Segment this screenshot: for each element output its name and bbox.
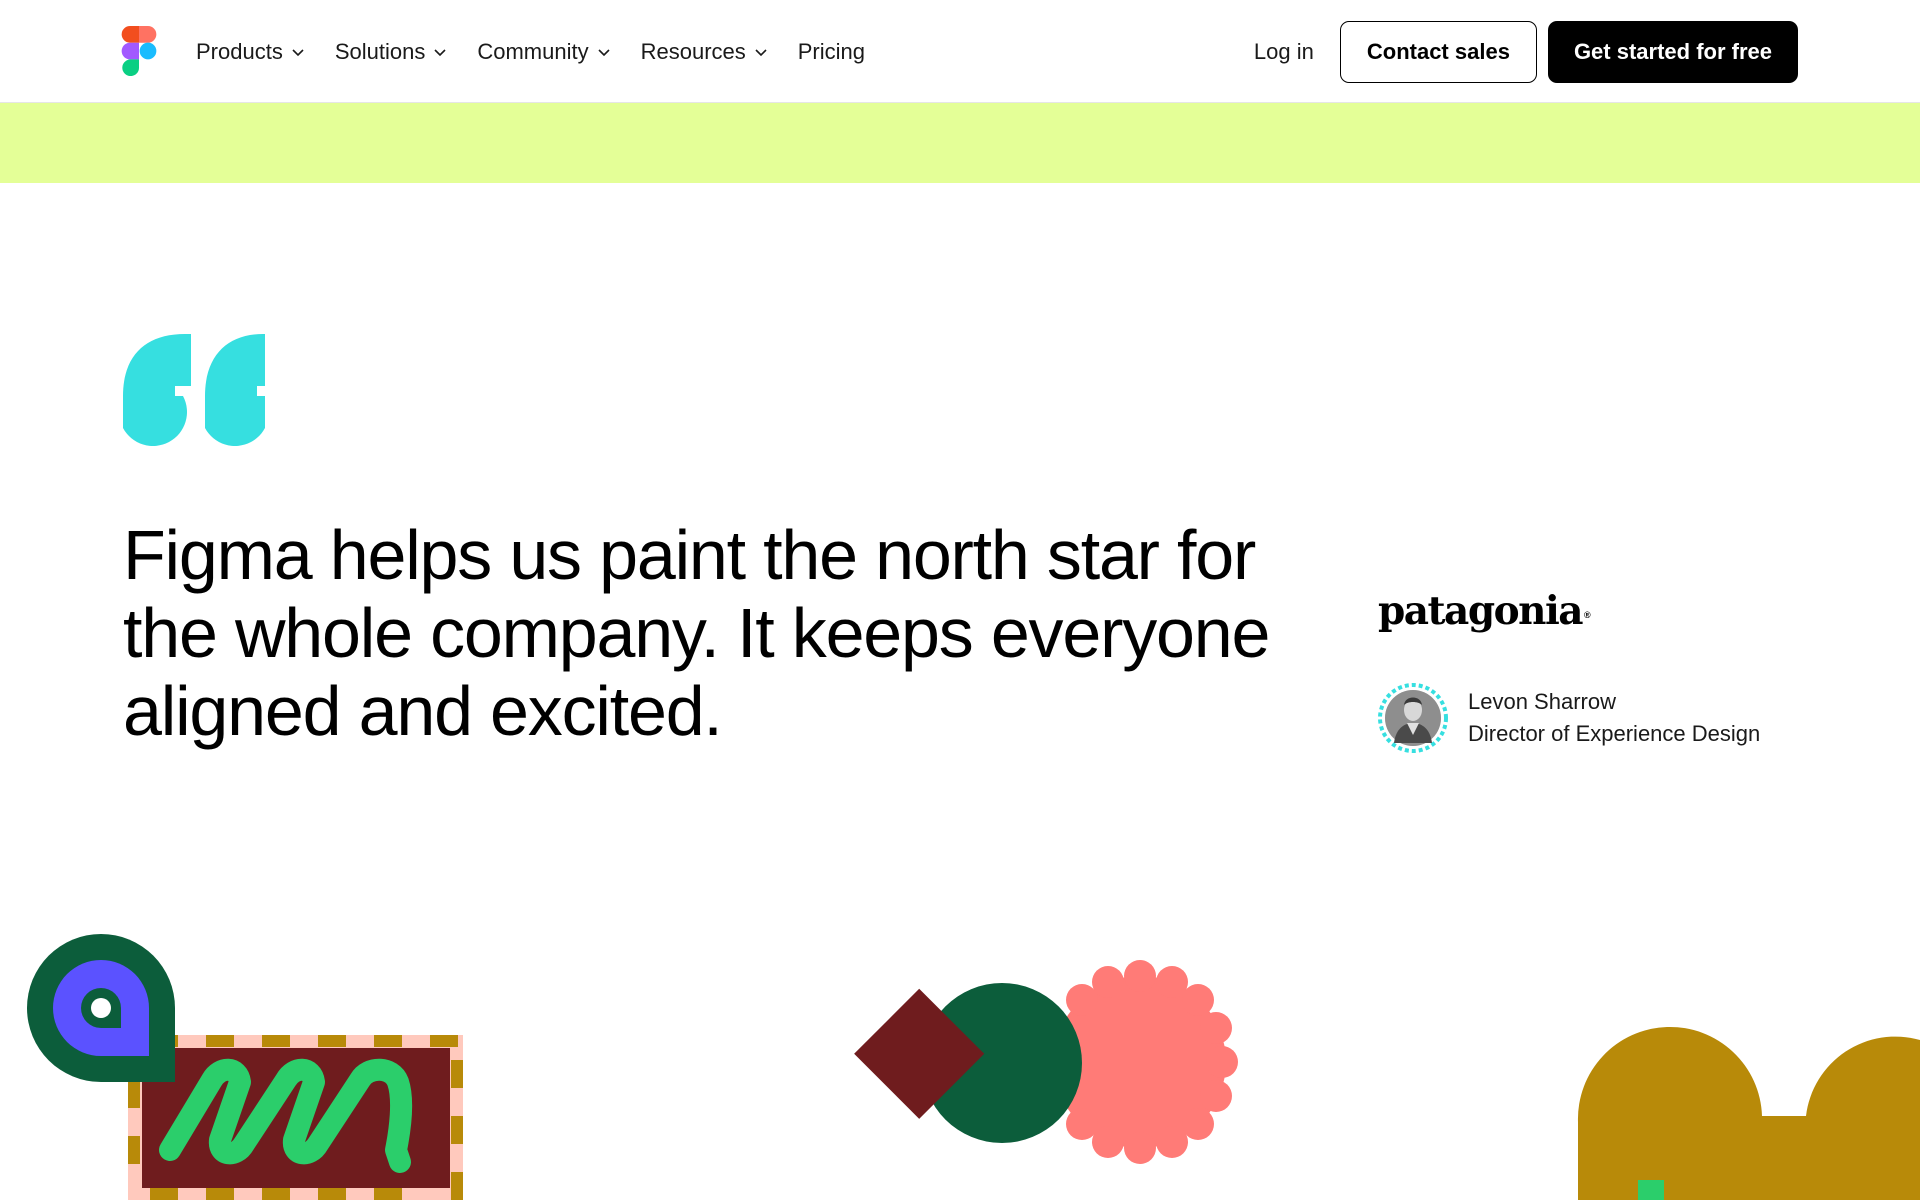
person-info: Levon Sharrow Director of Experience Des… — [1468, 686, 1760, 750]
testimonial-quote: Figma helps us paint the north star for … — [123, 516, 1273, 750]
figma-logo-icon[interactable] — [121, 26, 157, 76]
company-logo: patagonia ® — [1378, 588, 1591, 634]
chevron-down-icon — [755, 49, 767, 57]
nav-solutions-label: Solutions — [334, 38, 426, 64]
nav-resources[interactable]: Resources — [641, 27, 768, 77]
main-nav: Products Solutions Community Resources P… — [196, 0, 895, 103]
quote-mark-icon — [123, 334, 265, 446]
arch-illustration — [1577, 1026, 1920, 1200]
squiggle-panel-illustration — [128, 1035, 463, 1200]
nav-resources-label: Resources — [640, 38, 746, 64]
contact-sales-button[interactable]: Contact sales — [1339, 20, 1537, 83]
nav-community-label: Community — [477, 38, 589, 64]
nav-solutions[interactable]: Solutions — [335, 27, 448, 77]
nav-products[interactable]: Products — [196, 27, 305, 77]
person-name: Levon Sharrow — [1468, 689, 1616, 714]
quote-line: aligned and excited. — [123, 672, 723, 750]
get-started-button[interactable]: Get started for free — [1547, 20, 1798, 83]
chevron-down-icon — [598, 49, 610, 57]
shapes-cluster-illustration — [854, 960, 1238, 1164]
quote-line: the whole company. It keeps everyone — [123, 594, 1270, 672]
avatar — [1378, 683, 1448, 753]
chevron-down-icon — [292, 49, 304, 57]
quote-line: Figma helps us paint the north star for — [123, 516, 1256, 594]
announcement-banner — [0, 103, 1920, 183]
company-registered-mark: ® — [1584, 610, 1591, 620]
location-pin-icon — [27, 934, 175, 1082]
nav-community[interactable]: Community — [477, 27, 610, 77]
nav-products-label: Products — [196, 38, 283, 64]
chevron-down-icon — [434, 49, 446, 57]
nav-pricing[interactable]: Pricing — [798, 27, 865, 77]
site-header: Products Solutions Community Resources P… — [0, 0, 1920, 103]
login-link[interactable]: Log in — [1254, 39, 1314, 65]
nav-pricing-label: Pricing — [797, 38, 865, 64]
company-name: patagonia — [1378, 588, 1584, 634]
person-title: Director of Experience Design — [1468, 721, 1761, 746]
header-actions: Log in Contact sales Get started for fre… — [1254, 20, 1798, 83]
page: Products Solutions Community Resources P… — [0, 0, 1920, 1200]
decorative-illustrations — [27, 934, 1920, 1200]
